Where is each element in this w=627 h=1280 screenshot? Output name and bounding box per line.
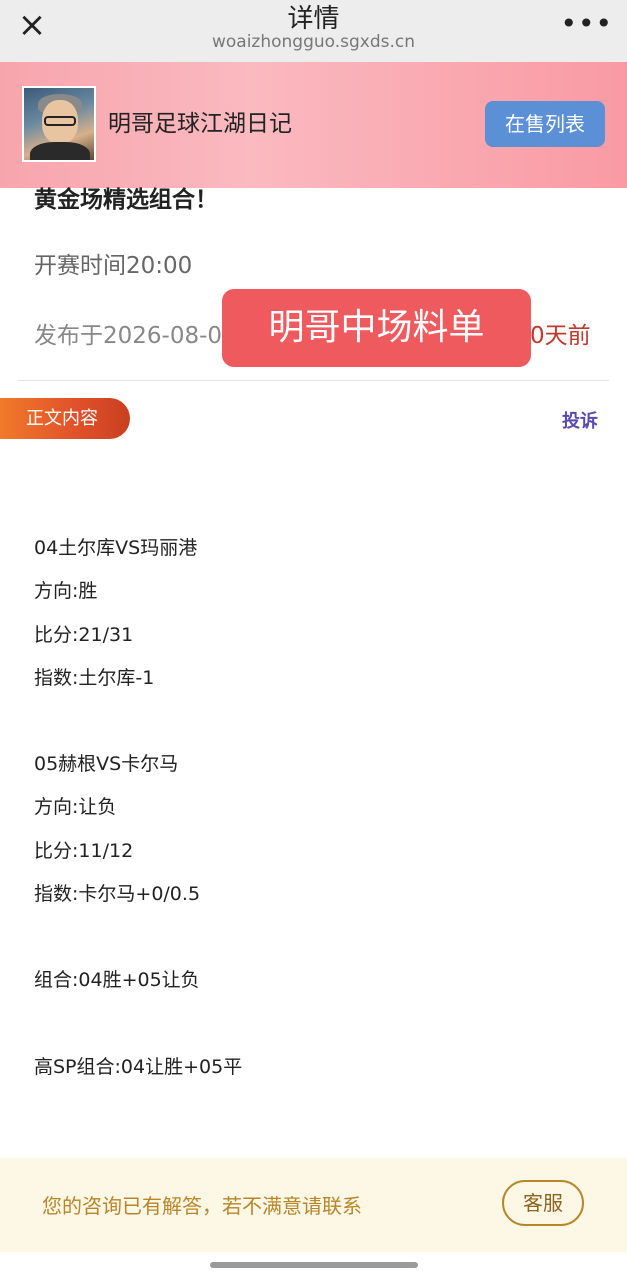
report-link[interactable]: 投诉: [562, 407, 598, 433]
days-ago: 0天前: [530, 323, 591, 349]
more-icon[interactable]: •••: [560, 10, 613, 38]
content-line: 指数:卡尔马+0/0.5: [34, 883, 201, 905]
avatar-glasses: [44, 116, 76, 126]
page-title: 详情: [287, 4, 340, 34]
customer-service-button[interactable]: 客服: [502, 1180, 584, 1226]
avatar[interactable]: [22, 86, 96, 162]
consult-footer: 您的咨询已有解答，若不满意请联系 客服: [0, 1158, 627, 1252]
content-line: 比分:11/12: [34, 840, 134, 862]
content-line: 高SP组合:04让胜+05平: [34, 1056, 243, 1078]
start-time: 开赛时间20:00: [34, 253, 193, 279]
top-nav-bar: × 详情 woaizhongguo.sgxds.cn •••: [0, 0, 627, 62]
avatar-body: [30, 142, 90, 160]
publish-date: 发布于2026-08-0: [34, 323, 223, 349]
content-line: 比分:21/31: [34, 624, 134, 646]
author-name[interactable]: 明哥足球江湖日记: [108, 104, 292, 138]
content-line: 方向:让负: [34, 796, 117, 818]
author-banner: 明哥足球江湖日记 在售列表: [0, 62, 627, 188]
content-line: 指数:土尔库-1: [34, 667, 155, 689]
content-tag: 正文内容: [0, 398, 130, 439]
content-line: 方向:胜: [34, 580, 98, 602]
divider: [18, 380, 609, 381]
content-line: 组合:04胜+05让负: [34, 969, 200, 991]
page-url: woaizhongguo.sgxds.cn: [211, 32, 416, 52]
footer-text: 您的咨询已有解答，若不满意请联系: [42, 1194, 362, 1218]
home-indicator[interactable]: [210, 1262, 418, 1268]
content-line: 05赫根VS卡尔马: [34, 753, 179, 775]
sale-list-button[interactable]: 在售列表: [485, 101, 605, 147]
overlay-label: 明哥中场料单: [222, 289, 531, 367]
post-title: 黄金场精选组合！: [34, 187, 218, 211]
content-line: 04土尔库VS玛丽港: [34, 537, 198, 559]
